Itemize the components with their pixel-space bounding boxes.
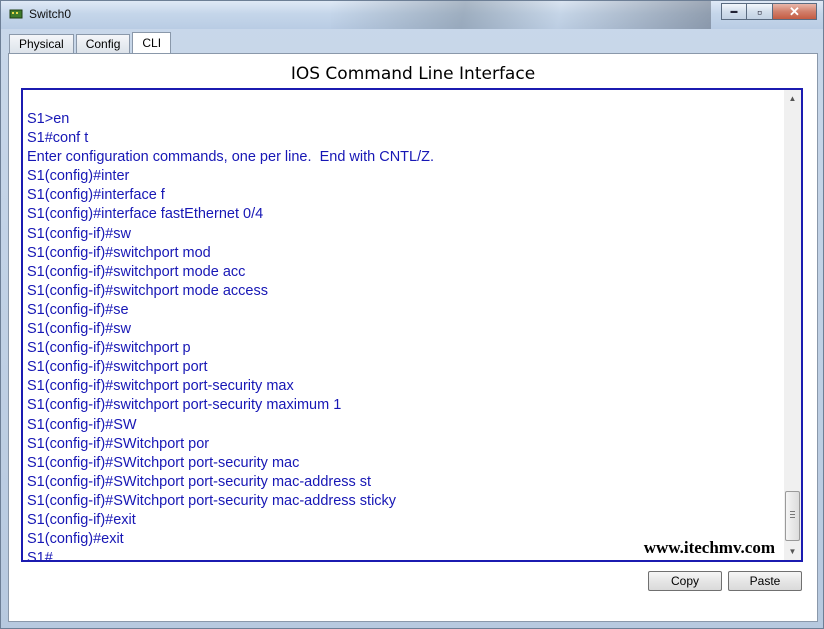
cli-console[interactable]: S1>en S1#conf t Enter configuration comman… [21, 88, 803, 562]
console-line: S1(config-if)#SWitchport port-security m… [27, 492, 397, 509]
console-line: S1(config-if)#SWitchport port-security m… [27, 473, 372, 490]
console-line: S1(config-if)#sw [27, 321, 131, 338]
console-line: S1(config-if)#switchport mode acc [27, 263, 246, 280]
close-button[interactable]: ✕ [773, 3, 817, 20]
grip-line [790, 511, 795, 512]
tab-cli[interactable]: CLI [132, 32, 172, 53]
minimize-icon: ▬ [730, 8, 738, 15]
console-line: S1(config-if)#switchport port-security m… [27, 378, 294, 395]
console-output[interactable]: S1>en S1#conf t Enter configuration comman… [27, 110, 781, 560]
panel-title: IOS Command Line Interface [290, 64, 536, 84]
tab-bar: Physical Config CLI [9, 32, 173, 53]
console-line: S1(config-if)#switchport mod [27, 244, 211, 261]
console-line: S1>en [27, 111, 70, 127]
console-line: Enter configuration commands, one per li… [27, 149, 434, 166]
console-line: S1(config-if)#switchport p [27, 340, 191, 357]
console-line: S1(config-if)#sw [27, 225, 131, 242]
close-icon: ✕ [789, 3, 800, 19]
grip-line [790, 514, 795, 515]
console-line: S1(config-if)#SW [27, 416, 137, 433]
scroll-up-icon[interactable]: ▲ [784, 90, 801, 107]
console-line: S1(config-if)#SWitchport port-security m… [27, 454, 300, 471]
cli-panel: IOS Command Line Interface S1>en S1#conf … [8, 53, 818, 622]
window-title: Switch0 [29, 7, 72, 21]
console-line: S1(config-if)#SWitchport por [27, 435, 210, 452]
console-line: S1(config)#inter [27, 168, 130, 185]
minimize-button[interactable]: ▬ [721, 3, 747, 20]
maximize-button[interactable]: ▫ [747, 3, 773, 20]
console-line: S1(config-if)#se [27, 301, 129, 318]
console-line: S1(config)#interface fastEthernet 0/4 [27, 206, 264, 223]
title-bar[interactable]: Switch0 ▬ ▫ ✕ [1, 1, 823, 29]
console-line: S1(config)#interface f [27, 187, 165, 204]
paste-button[interactable]: Paste [728, 571, 802, 591]
app-window: Switch0 ▬ ▫ ✕ Physical Config CLI IOS Co… [0, 0, 824, 629]
switch-app-icon [9, 9, 23, 19]
window-controls: ▬ ▫ ✕ [721, 3, 817, 20]
console-line: S1(config-if)#switchport port-security m… [27, 397, 342, 414]
console-line: S1(config-if)#switchport port [27, 359, 208, 376]
console-line: S1(config-if)#exit [27, 511, 136, 528]
tab-physical[interactable]: Physical [9, 34, 74, 53]
vertical-scrollbar[interactable]: ▲ ▼ [784, 90, 801, 560]
console-line: S1#conf t [27, 130, 89, 147]
console-line: S1(config-if)#switchport mode access [27, 282, 268, 299]
maximize-icon: ▫ [757, 3, 762, 20]
scroll-thumb[interactable] [785, 491, 800, 541]
grip-line [790, 517, 795, 518]
scroll-down-icon[interactable]: ▼ [784, 543, 801, 560]
tab-config[interactable]: Config [75, 34, 131, 53]
copy-button[interactable]: Copy [648, 571, 722, 591]
watermark: www.itechmv.com [643, 538, 775, 557]
